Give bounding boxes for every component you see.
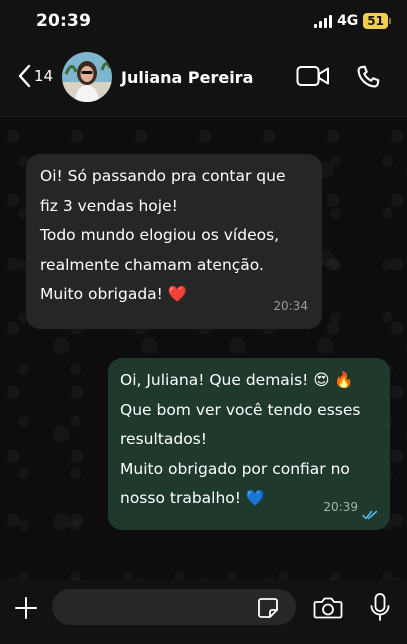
chat-header: 14 Juliana Pereira [0, 44, 407, 117]
message-line: Muito obrigada! ❤️ [40, 285, 188, 303]
message-line: fiz 3 vendas hoje! [40, 196, 178, 215]
message-line: Oi, Juliana! Que demais! 😍 🔥 [120, 371, 354, 389]
contact-name[interactable]: Juliana Pereira [121, 68, 253, 87]
plus-icon [15, 597, 37, 619]
status-indicators: 4G 51 [314, 13, 391, 29]
message-text: Oi! Só passando pra contar que fiz 3 ven… [40, 162, 312, 310]
message-time: 20:34 [273, 298, 308, 313]
incoming-message[interactable]: Oi! Só passando pra contar que fiz 3 ven… [26, 154, 322, 329]
avatar[interactable] [62, 52, 112, 102]
sticker-icon [258, 598, 278, 618]
double-check-icon [362, 510, 378, 520]
microphone-button[interactable] [369, 592, 391, 628]
video-call-icon [296, 66, 329, 86]
message-list[interactable]: Oi! Só passando pra contar que fiz 3 ven… [0, 117, 407, 580]
camera-icon [313, 597, 343, 619]
message-line: nosso trabalho! 💙 [120, 489, 266, 507]
signal-icon [314, 14, 333, 28]
avatar-photo [62, 52, 112, 102]
message-line: resultados! [120, 430, 207, 448]
message-line: Oi! Só passando pra contar que [40, 167, 286, 185]
microphone-icon [370, 593, 390, 621]
message-line: Muito obrigado por confiar no [120, 459, 350, 478]
status-bar: 20:39 4G 51 [0, 0, 407, 44]
network-type: 4G [337, 13, 359, 29]
battery-icon [389, 18, 391, 24]
back-button[interactable]: 14 [18, 64, 53, 88]
back-chevron-icon [18, 64, 31, 88]
camera-button[interactable] [313, 595, 343, 625]
attach-button[interactable] [13, 595, 39, 625]
outgoing-message[interactable]: Oi, Juliana! Que demais! 😍 🔥 Que bom ver… [108, 358, 390, 530]
message-line: Todo mundo elogiou os vídeos, [40, 226, 280, 244]
composer-bar [0, 580, 407, 644]
video-call-button[interactable] [296, 64, 330, 92]
sticker-button[interactable] [256, 596, 280, 624]
message-text: Oi, Juliana! Que demais! 😍 🔥 Que bom ver… [120, 366, 380, 514]
message-line: realmente chamam atenção. [40, 255, 264, 274]
chat-screen: 20:39 4G 51 14 Juliana Pereira Oi! Só pa… [0, 0, 407, 644]
battery-level: 51 [363, 13, 388, 29]
voice-call-button[interactable] [354, 63, 382, 95]
message-line: Que bom ver você tendo esses [120, 400, 361, 419]
status-time: 20:39 [36, 11, 92, 31]
message-time: 20:39 [323, 499, 358, 514]
phone-icon [357, 65, 380, 88]
unread-count: 14 [34, 67, 54, 85]
